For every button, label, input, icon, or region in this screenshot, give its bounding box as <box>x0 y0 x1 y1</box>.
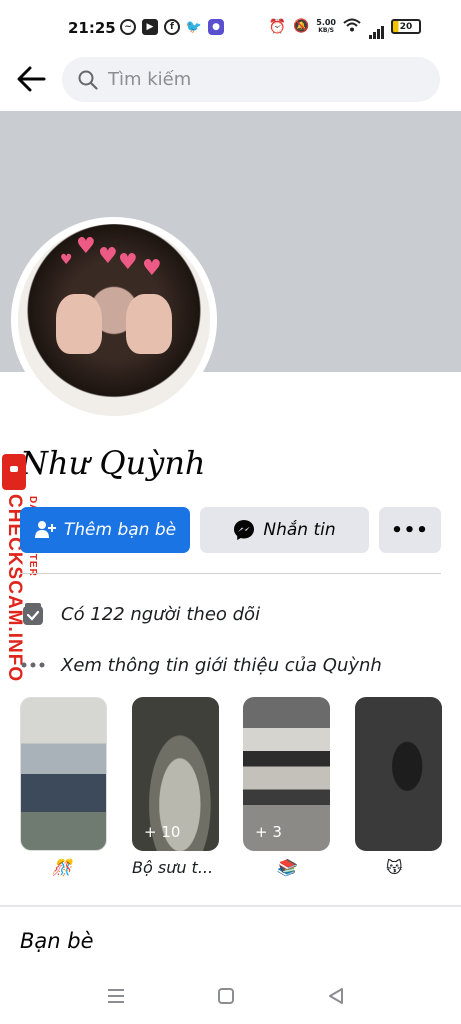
heart-icon: ♥ <box>60 252 73 268</box>
heart-icon: ♥ <box>118 250 138 275</box>
status-bar: 21:25 ~ ▶ f 🐦 ● ⏰ 🔕 5.00 KB/S 20 <box>0 0 461 52</box>
messenger-icon: ~ <box>120 19 136 35</box>
alarm-icon: ⏰ <box>268 18 287 35</box>
followers-text: Có 122 người theo dõi <box>61 603 261 625</box>
story-label: 😽 <box>386 858 403 877</box>
featured-story[interactable] <box>20 697 107 851</box>
more-options-button[interactable]: ••• <box>379 507 441 553</box>
section-divider <box>0 905 461 907</box>
system-icons: ⏰ 🔕 5.00 KB/S 20 <box>268 17 421 39</box>
story-count: + 3 <box>255 823 282 841</box>
heart-icon: ♥ <box>142 256 162 281</box>
profile-name: Như Quỳnh <box>20 444 206 482</box>
avatar: ♥ ♥ ♥ ♥ ♥ <box>18 224 210 416</box>
featured-story[interactable]: + 10 <box>132 697 219 851</box>
speed-unit: KB/S <box>318 26 334 34</box>
battery-icon: 20 <box>391 19 421 34</box>
more-icon: ••• <box>391 519 429 541</box>
twitter-icon: 🐦 <box>185 19 203 35</box>
story-label: Bộ sưu t... <box>132 858 214 877</box>
hand-left <box>56 294 102 354</box>
speed-value: 5.00 <box>316 17 336 27</box>
divider <box>20 573 441 574</box>
story-count: + 10 <box>144 823 181 841</box>
featured-story[interactable] <box>355 697 442 851</box>
about-text: Xem thông tin giới thiệu của Quỳnh <box>61 654 382 676</box>
play-icon: ▶ <box>142 19 158 35</box>
add-friend-button[interactable]: Thêm bạn bè <box>20 507 190 553</box>
home-icon <box>218 988 234 1004</box>
story-label: 🎊 <box>52 858 72 877</box>
messenger-icon <box>234 520 255 540</box>
add-friend-icon <box>34 521 56 538</box>
facebook-icon: f <box>164 19 180 35</box>
recent-apps-button[interactable] <box>104 986 128 1006</box>
story-label: 📚 <box>276 858 296 877</box>
wifi-icon <box>343 17 361 36</box>
add-friend-label: Thêm bạn bè <box>63 520 177 540</box>
search-input[interactable]: Tìm kiếm <box>62 57 440 102</box>
menu-icon <box>108 989 124 1003</box>
followers-icon <box>20 601 46 627</box>
profile-picture[interactable]: ♥ ♥ ♥ ♥ ♥ <box>11 217 217 423</box>
watermark-logo <box>2 454 26 490</box>
back-nav-button[interactable] <box>324 986 348 1006</box>
back-triangle-icon <box>329 988 343 1004</box>
search-icon <box>78 70 98 90</box>
back-button[interactable] <box>14 62 48 96</box>
featured-story[interactable]: + 3 <box>243 697 330 851</box>
mute-icon: 🔕 <box>293 19 310 34</box>
message-button[interactable]: Nhắn tin <box>200 507 369 553</box>
system-nav-bar <box>0 968 461 1024</box>
about-row[interactable]: Xem thông tin giới thiệu của Quỳnh <box>20 651 382 679</box>
message-label: Nhắn tin <box>263 520 336 540</box>
friends-section-title: Bạn bè <box>20 929 94 953</box>
status-time: 21:25 <box>68 19 116 37</box>
network-speed: 5.00 KB/S <box>316 17 336 35</box>
hand-right <box>126 294 172 354</box>
battery-level: 20 <box>399 21 413 32</box>
app-icon: ● <box>208 19 224 35</box>
search-placeholder: Tìm kiếm <box>108 69 192 90</box>
home-button[interactable] <box>214 986 238 1006</box>
signal-icon <box>368 20 384 39</box>
back-arrow-icon <box>17 66 46 92</box>
followers-row[interactable]: Có 122 người theo dõi <box>20 600 260 628</box>
heart-icon: ♥ <box>98 244 118 269</box>
notification-icons: ~ ▶ f 🐦 ● <box>120 19 224 35</box>
heart-icon: ♥ <box>76 234 96 259</box>
more-info-icon <box>20 652 46 678</box>
